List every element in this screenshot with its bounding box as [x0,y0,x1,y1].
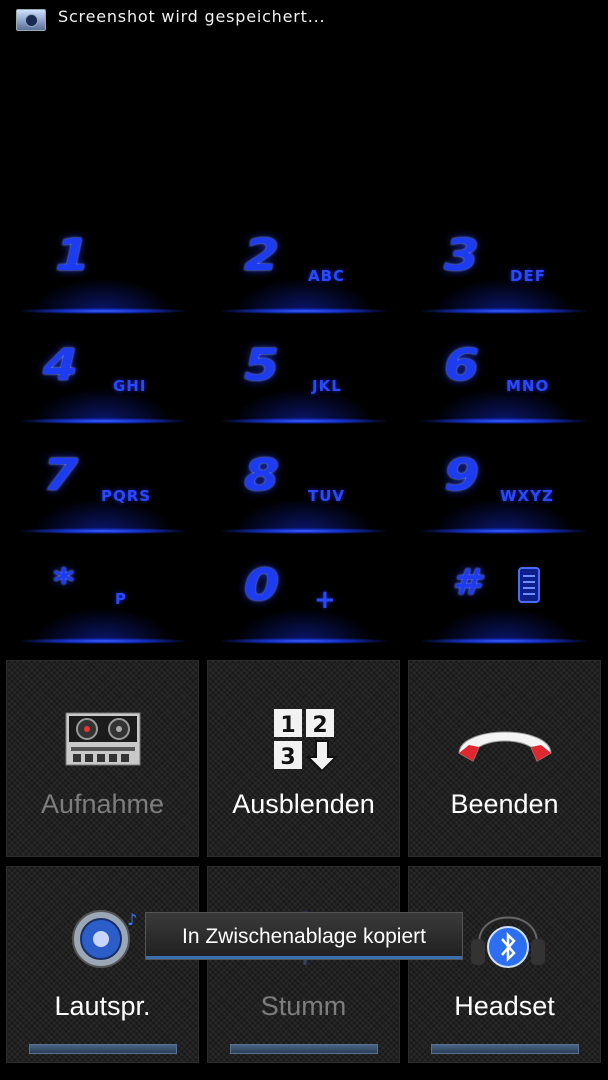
dial-key-0[interactable]: 0 + [204,550,404,660]
dial-key-letters: DEF [510,267,546,285]
end-call-label: Beenden [450,789,559,819]
dial-key-8[interactable]: 8 TUV [204,440,404,550]
mute-button[interactable]: Stumm [207,866,400,1063]
speaker-label: Lautspr. [54,991,151,1021]
dial-key-digit: # [452,562,482,603]
record-button[interactable]: Aufnahme [6,660,199,857]
dial-key-letters: MNO [506,377,550,395]
mute-indicator-bar [230,1044,378,1054]
headset-button[interactable]: Headset [408,866,601,1063]
speaker-icon: ♪ [72,910,137,968]
record-label: Aufnahme [40,789,165,819]
dial-key-digit: 0 [244,560,281,611]
dial-key-letters: ABC [308,267,346,285]
dial-key-9[interactable]: 9 WXYZ [404,440,604,550]
dial-key-1[interactable]: 1 [3,220,203,330]
svg-text:3: 3 [280,745,295,770]
tape-recorder-icon [65,712,141,766]
dial-key-4[interactable]: 4 GHI [3,330,203,440]
hide-dialpad-button[interactable]: 1 2 3 Ausblenden [207,660,400,857]
notification-text: Screenshot wird gespeichert... [58,7,326,26]
dial-key-digit: 6 [444,340,481,391]
toast-notification: In Zwischenablage kopiert [145,912,463,960]
dial-key-digit: * [53,562,76,603]
speaker-button[interactable]: ♪ Lautspr. [6,866,199,1063]
dial-key-letters: JKL [312,377,342,395]
dial-key-star[interactable]: * P [3,550,203,660]
dial-key-letters: + [314,585,337,615]
svg-text:♪: ♪ [127,910,137,929]
dial-key-digit: 2 [244,230,281,281]
dial-key-5[interactable]: 5 JKL [204,330,404,440]
dial-key-7[interactable]: 7 PQRS [3,440,203,550]
dial-key-digit: 4 [43,340,80,391]
dial-key-digit: 5 [244,340,281,391]
dial-key-letters: GHI [113,377,147,395]
dial-key-3[interactable]: 3 DEF [404,220,604,330]
dial-key-letters: P [115,590,127,608]
headset-indicator-bar [431,1044,579,1054]
svg-text:1: 1 [280,713,295,738]
hide-dialpad-label: Ausblenden [232,789,375,819]
end-call-button[interactable]: Beenden [408,660,601,857]
dial-key-letters: PQRS [101,487,152,505]
screenshot-icon [16,9,46,31]
dialpad-icon: 1 2 3 [274,709,339,771]
dial-key-letters: WXYZ [500,487,554,505]
svg-text:2: 2 [312,713,327,738]
status-bar: Screenshot wird gespeichert... [0,0,608,36]
dial-key-digit: 3 [444,230,481,281]
mute-label: Stumm [260,991,347,1021]
dial-key-digit: 8 [244,450,281,501]
dial-key-digit: 9 [444,450,481,501]
dial-key-2[interactable]: 2 ABC [204,220,404,330]
toast-text: In Zwischenablage kopiert [182,925,426,948]
hang-up-icon [458,731,552,762]
dial-key-letters: TUV [308,487,346,505]
dialpad: 1 2 ABC 3 DEF 4 GHI 5 JKL 6 MNO 7 PQRS 8… [0,210,608,650]
speaker-indicator-bar [29,1044,177,1054]
dial-key-6[interactable]: 6 MNO [404,330,604,440]
contacts-icon [518,567,540,603]
bluetooth-headset-icon [471,914,545,968]
dial-key-digit: 7 [43,450,80,501]
dial-key-digit: 1 [55,230,92,281]
headset-label: Headset [454,991,555,1021]
dial-key-hash[interactable]: # [404,550,604,660]
